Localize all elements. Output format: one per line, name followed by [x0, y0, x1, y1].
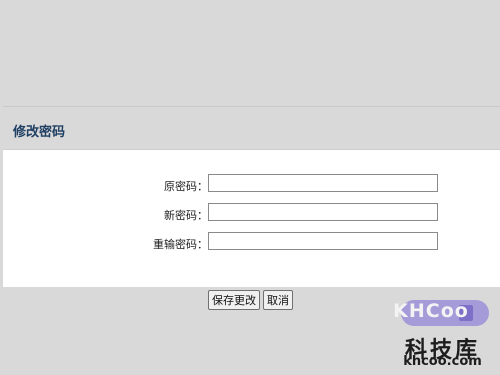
old-password-row: 原密码： [3, 174, 500, 196]
old-password-label: 原密码： [164, 180, 208, 193]
new-password-label: 新密码： [164, 209, 208, 222]
panel-header: 修改密码 [3, 107, 500, 150]
watermark-logo-text: KHCoo [393, 300, 469, 322]
confirm-password-input[interactable] [208, 232, 438, 250]
panel-title: 修改密码 [13, 125, 66, 140]
old-password-input[interactable] [208, 174, 438, 192]
cancel-button[interactable]: 取消 [263, 290, 293, 310]
watermark-url: khcoo.com [403, 354, 482, 369]
top-empty-area [0, 0, 500, 105]
confirm-password-row: 重输密码： [3, 232, 500, 254]
new-password-row: 新密码： [3, 203, 500, 225]
confirm-password-label: 重输密码： [153, 238, 208, 251]
change-password-panel: 修改密码 原密码： 新密码： 重输密码： [3, 106, 500, 287]
new-password-input[interactable] [208, 203, 438, 221]
save-changes-button[interactable]: 保存更改 [208, 290, 260, 310]
khcoo-watermark: KHCoo 科技库 khcoo.com [385, 292, 500, 375]
